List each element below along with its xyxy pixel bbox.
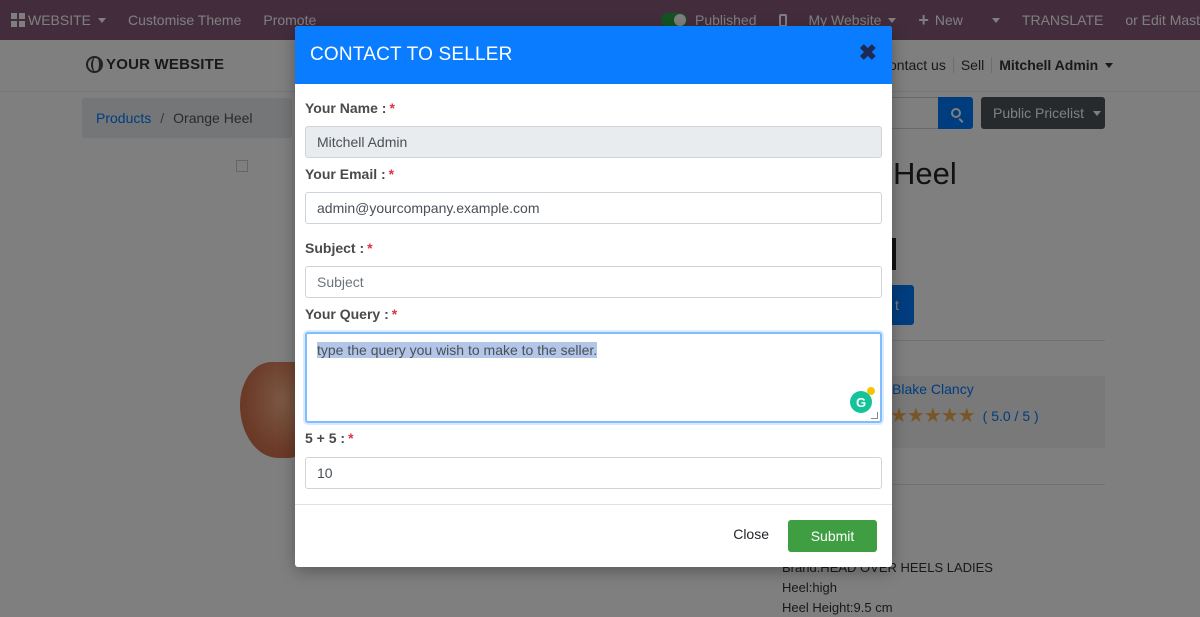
close-button[interactable]: Close	[733, 526, 769, 542]
email-field[interactable]: admin@yourcompany.example.com	[305, 192, 882, 224]
subject-placeholder: Subject	[317, 274, 364, 290]
modal-footer: Close Submit	[295, 504, 892, 567]
captcha-label: 5 + 5 : *	[305, 430, 354, 446]
modal-title: CONTACT TO SELLER	[310, 44, 513, 65]
email-label: Your Email : *	[305, 166, 394, 182]
name-label: Your Name : *	[305, 100, 395, 116]
close-icon[interactable]: ✖	[859, 42, 877, 64]
required-mark: *	[348, 430, 354, 446]
name-value: Mitchell Admin	[317, 134, 408, 150]
name-field[interactable]: Mitchell Admin	[305, 126, 882, 158]
resize-handle-icon[interactable]	[871, 412, 878, 419]
email-label-text: Your Email :	[305, 166, 386, 182]
query-value: type the query you wish to make to the s…	[317, 342, 598, 358]
captcha-label-text: 5 + 5 :	[305, 430, 346, 446]
required-mark: *	[391, 306, 398, 322]
subject-label: Subject : *	[305, 240, 373, 256]
modal-header: CONTACT TO SELLER ✖	[295, 26, 892, 84]
query-textarea[interactable]: type the query you wish to make to the s…	[305, 332, 882, 423]
grammarly-icon[interactable]: G	[850, 387, 875, 413]
email-value: admin@yourcompany.example.com	[317, 200, 540, 216]
query-label-text: Your Query :	[305, 306, 389, 322]
subject-label-text: Subject :	[305, 240, 365, 256]
captcha-field[interactable]: 10	[305, 457, 882, 489]
required-mark: *	[389, 100, 395, 116]
query-label: Your Query : *	[305, 306, 397, 322]
captcha-value: 10	[317, 465, 333, 481]
contact-seller-modal: CONTACT TO SELLER ✖ Your Name : * Mitchel…	[295, 26, 892, 567]
required-mark: *	[367, 240, 373, 256]
submit-button[interactable]: Submit	[788, 520, 877, 552]
subject-field[interactable]: Subject	[305, 266, 882, 298]
required-mark: *	[388, 166, 395, 182]
name-label-text: Your Name :	[305, 100, 387, 116]
